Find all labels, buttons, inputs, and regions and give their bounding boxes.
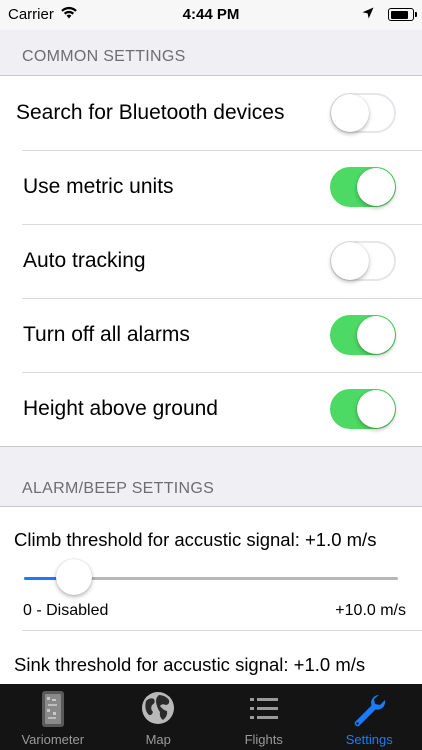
battery-fill	[390, 10, 408, 19]
tab-bar: Variometer Map Flights Settings	[0, 684, 422, 750]
setting-label-height-above-ground: Height above ground	[23, 397, 218, 420]
setting-row-auto-tracking: Auto tracking	[0, 224, 422, 298]
setting-label-bluetooth: Search for Bluetooth devices	[16, 101, 285, 124]
common-settings-group: Search for Bluetooth devices Use metric …	[0, 75, 422, 447]
climb-threshold-title: Climb threshold for accustic signal: +1.…	[14, 529, 377, 550]
setting-label-alarms-off: Turn off all alarms	[23, 323, 190, 346]
tab-flights[interactable]: Flights	[211, 684, 317, 750]
location-arrow-icon	[362, 6, 374, 23]
switch-knob	[357, 316, 395, 354]
variometer-icon	[38, 690, 68, 731]
tab-label-settings: Settings	[345, 732, 393, 747]
slider-max-label: +10.0 m/s	[335, 602, 406, 619]
tab-settings[interactable]: Settings	[317, 684, 422, 750]
tab-label-map: Map	[145, 732, 171, 747]
tab-label-variometer: Variometer	[21, 732, 85, 747]
setting-row-metric-units: Use metric units	[0, 150, 422, 224]
sink-threshold-title: Sink threshold for accustic signal: +1.0…	[14, 654, 366, 675]
status-right	[362, 6, 417, 23]
setting-row-height-above-ground: Height above ground	[0, 372, 422, 446]
bluetooth-switch[interactable]	[330, 93, 396, 133]
tab-label-flights: Flights	[244, 732, 283, 747]
height-above-ground-switch[interactable]	[330, 389, 396, 429]
battery-icon	[388, 8, 417, 21]
setting-row-bluetooth: Search for Bluetooth devices	[0, 76, 422, 150]
tab-variometer[interactable]: Variometer	[0, 684, 106, 750]
status-bar: Carrier 4:44 PM	[0, 0, 422, 30]
switch-knob	[331, 94, 369, 132]
switch-knob	[331, 242, 369, 280]
alarm-settings-title: ALARM/BEEP SETTINGS	[22, 480, 215, 497]
list-icon	[249, 698, 278, 723]
setting-row-alarms-off: Turn off all alarms	[0, 298, 422, 372]
climb-slider-thumb[interactable]	[56, 559, 93, 595]
metric-units-switch[interactable]	[330, 167, 396, 207]
globe-icon	[140, 690, 176, 729]
wrench-icon	[352, 693, 386, 730]
setting-label-metric-units: Use metric units	[23, 175, 174, 198]
divider	[22, 630, 422, 631]
switch-knob	[357, 168, 395, 206]
auto-tracking-switch[interactable]	[330, 241, 396, 281]
alarms-off-switch[interactable]	[330, 315, 396, 355]
setting-label-auto-tracking: Auto tracking	[23, 249, 146, 272]
status-time: 4:44 PM	[182, 6, 240, 23]
common-settings-header: COMMON SETTINGS	[0, 30, 422, 76]
alarm-settings-header: ALARM/BEEP SETTINGS	[0, 462, 422, 508]
common-settings-title: COMMON SETTINGS	[22, 48, 186, 65]
tab-map[interactable]: Map	[106, 684, 212, 750]
slider-min-label: 0 - Disabled	[23, 602, 109, 619]
switch-knob	[357, 390, 395, 428]
